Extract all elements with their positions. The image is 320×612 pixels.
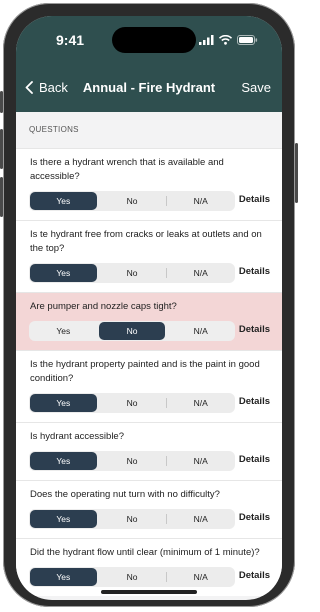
question-row: Is there a hydrant wrench that is availa… [16,148,282,220]
answer-row: Yes No N/A Details [16,256,282,292]
details-button[interactable]: Details [239,194,270,205]
section-header: QUESTIONS [16,112,282,148]
answer-option-na[interactable]: N/A [166,264,234,282]
answer-segmented-control: Yes No N/A [29,567,235,587]
answer-option-yes[interactable]: Yes [30,452,97,470]
answer-option-na[interactable]: N/A [166,452,234,470]
phone-frame: 9:41 Back Annual - Fire Hydrant Save QUE… [0,3,298,607]
details-button[interactable]: Details [239,454,270,465]
question-text: Is there a hydrant wrench that is availa… [30,157,224,182]
details-button[interactable]: Details [239,396,270,407]
answer-option-na[interactable]: N/A [167,322,234,340]
status-bar: 9:41 [16,27,282,53]
answer-option-no[interactable]: No [99,568,166,586]
answer-row: Yes No N/A Details [16,386,282,422]
nav-bar: Back Annual - Fire Hydrant Save [16,72,282,102]
answer-segmented-control: Yes No N/A [29,451,235,471]
cellular-signal-icon [199,35,214,45]
answer-segmented-control: Yes No N/A [29,393,235,413]
answer-row: Yes No N/A Details [16,314,282,350]
question-text: Is te hydrant free from cracks or leaks … [30,229,262,254]
volume-up-button [0,129,3,169]
volume-down-button [0,177,3,217]
question-row: Are pumper and nozzle caps tight? Yes No N/… [16,292,282,350]
answer-option-no[interactable]: No [99,452,166,470]
battery-icon [237,35,258,45]
answer-row: Yes No N/A Details [16,502,282,538]
answer-option-yes[interactable]: Yes [30,322,97,340]
questions-list: Is there a hydrant wrench that is availa… [16,148,282,596]
details-button[interactable]: Details [239,266,270,277]
answer-option-na[interactable]: N/A [166,510,234,528]
question-text: Is the hydrant property painted and is t… [30,359,260,384]
answer-option-no[interactable]: No [99,192,166,210]
answer-segmented-control: Yes No N/A [29,321,235,341]
answer-option-no[interactable]: No [99,394,166,412]
answer-segmented-control: Yes No N/A [29,263,235,283]
action-button [0,91,3,113]
question-row: Is te hydrant free from cracks or leaks … [16,220,282,292]
question-text: Are pumper and nozzle caps tight? [30,301,177,312]
answer-option-yes[interactable]: Yes [30,510,97,528]
status-time: 9:41 [56,32,85,48]
wifi-icon [219,35,232,45]
answer-option-no[interactable]: No [99,510,166,528]
answer-row: Yes No N/A Details [16,184,282,220]
power-button [295,143,298,203]
app-header: 9:41 Back Annual - Fire Hydrant Save [16,16,282,126]
answer-option-na[interactable]: N/A [166,394,234,412]
question-text: Did the hydrant flow until clear (minimu… [30,547,260,558]
answer-option-no[interactable]: No [98,322,166,340]
answer-option-na[interactable]: N/A [166,192,234,210]
answer-option-yes[interactable]: Yes [30,568,97,586]
question-row: Did the hydrant flow until clear (minimu… [16,538,282,596]
question-text: Does the operating nut turn with no diff… [30,489,220,500]
question-row: Is the hydrant property painted and is t… [16,350,282,422]
answer-option-no[interactable]: No [99,264,166,282]
section-header-label: QUESTIONS [29,125,79,134]
answer-option-yes[interactable]: Yes [30,394,97,412]
answer-segmented-control: Yes No N/A [29,191,235,211]
status-icons [199,35,258,45]
screen: 9:41 Back Annual - Fire Hydrant Save QUE… [16,16,282,600]
question-row: Does the operating nut turn with no diff… [16,480,282,538]
details-button[interactable]: Details [239,324,270,335]
answer-option-na[interactable]: N/A [166,568,234,586]
answer-option-yes[interactable]: Yes [30,192,97,210]
home-indicator [101,590,197,594]
question-row: Is hydrant accessible? Yes No N/A Details [16,422,282,480]
question-text: Is hydrant accessible? [30,431,124,442]
save-button[interactable]: Save [241,80,271,95]
answer-option-yes[interactable]: Yes [30,264,97,282]
answer-segmented-control: Yes No N/A [29,509,235,529]
dynamic-island [112,27,196,53]
answer-row: Yes No N/A Details [16,444,282,480]
details-button[interactable]: Details [239,512,270,523]
details-button[interactable]: Details [239,570,270,581]
